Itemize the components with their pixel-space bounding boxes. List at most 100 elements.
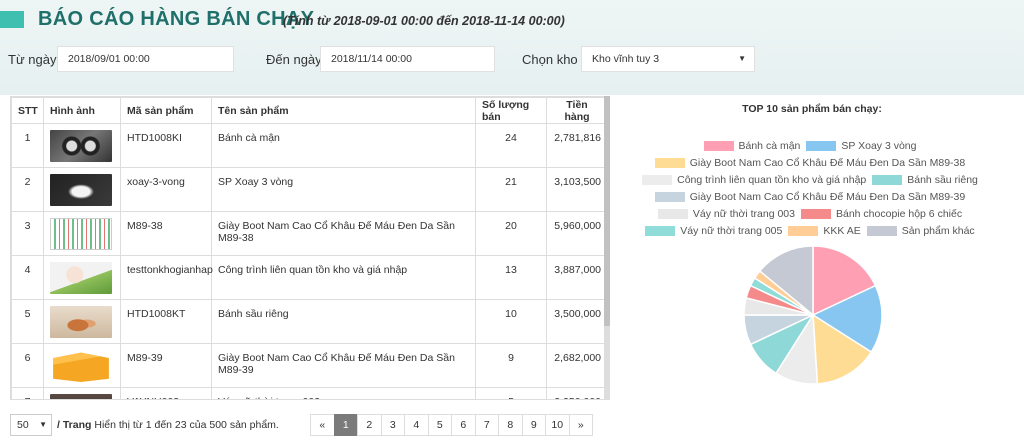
cell-image — [43, 167, 121, 212]
legend-item[interactable]: KKK AE — [788, 225, 861, 237]
legend-item[interactable]: Giày Boot Nam Cao Cổ Khâu Đế Máu Đen Da … — [654, 191, 965, 203]
page-button-3[interactable]: 3 — [380, 414, 405, 436]
legend-item[interactable]: Váy nữ thời trang 005 — [645, 225, 782, 237]
table-row[interactable]: 1 HTD1008KI Bánh cà mận 24 2,781,816 — [11, 123, 608, 168]
table-row[interactable]: 5 HTD1008KT Bánh sầu riêng 10 3,500,000 — [11, 299, 608, 344]
page-size-value: 50 — [17, 419, 29, 431]
cell-name: Bánh sầu riêng — [211, 299, 476, 344]
cell-image — [43, 299, 121, 344]
cell-code: xoay-3-vong — [120, 167, 212, 212]
warehouse-select-value: Kho vĩnh tuy 3 — [592, 53, 660, 65]
report-header: BÁO CÁO HÀNG BÁN CHẠY (Tính từ 2018-09-0… — [0, 0, 1024, 95]
cell-stt: 2 — [11, 167, 44, 212]
product-thumbnail[interactable] — [50, 262, 112, 294]
page-button-1[interactable]: 1 — [333, 414, 358, 436]
cell-name: Giày Boot Nam Cao Cổ Khâu Đế Máu Đen Da … — [211, 211, 476, 256]
cell-qty: 24 — [475, 123, 547, 168]
cell-name: Váy nữ thời trang 003 — [211, 387, 476, 399]
legend-item[interactable]: Giày Boot Nam Cao Cổ Khâu Đế Máu Đen Da … — [654, 157, 965, 169]
legend-row: Váy nữ thời trang 003 Bánh chocopie hộp 6… — [630, 205, 990, 222]
cell-code: HTD1008KT — [120, 299, 212, 344]
bestseller-table-container[interactable]: STT Hình ảnh Mã sản phẩm Tên sản phẩm Số… — [10, 96, 610, 400]
legend-item[interactable]: SP Xoay 3 vòng — [806, 139, 917, 152]
cell-amount: 2,682,000 — [546, 343, 608, 388]
column-header-amount: Tiền hàng — [546, 97, 608, 124]
legend-swatch — [788, 225, 819, 236]
table-scrollbar[interactable] — [604, 96, 610, 400]
legend-swatch — [872, 174, 903, 185]
next-page-button[interactable]: » — [568, 414, 593, 436]
column-header-name: Tên sản phẩm — [211, 97, 476, 124]
cell-stt: 5 — [11, 299, 44, 344]
cell-amount: 3,500,000 — [546, 299, 608, 344]
warehouse-select[interactable]: Kho vĩnh tuy 3 ▼ — [581, 46, 755, 72]
cell-image — [43, 123, 121, 168]
legend-swatch — [645, 225, 676, 236]
cell-name: SP Xoay 3 vòng — [211, 167, 476, 212]
table-row[interactable]: 4 testtonkhogianhap Công trình liên quan… — [11, 255, 608, 300]
cell-amount: 3,103,500 — [546, 167, 608, 212]
cell-amount: 2,781,816 — [546, 123, 608, 168]
cell-amount: 5,960,000 — [546, 211, 608, 256]
to-date-input[interactable]: 2018/11/14 00:00 — [320, 46, 495, 72]
page-button-7[interactable]: 7 — [474, 414, 499, 436]
cell-qty: 21 — [475, 167, 547, 212]
page-button-8[interactable]: 8 — [498, 414, 523, 436]
product-thumbnail[interactable] — [50, 130, 112, 162]
page-button-4[interactable]: 4 — [404, 414, 429, 436]
legend-label: SP Xoay 3 vòng — [841, 139, 917, 152]
legend-item[interactable]: Bánh sầu riêng — [872, 174, 978, 186]
chart-title: TOP 10 sản phẩm bán chạy: — [742, 103, 882, 115]
legend-swatch — [703, 140, 734, 151]
legend-swatch — [657, 208, 688, 219]
legend-item[interactable]: Công trình liên quan tồn kho và giá nhập — [642, 174, 866, 186]
cell-stt: 1 — [11, 123, 44, 168]
table-row[interactable]: 3 M89-38 Giày Boot Nam Cao Cổ Khâu Đế Má… — [11, 211, 608, 256]
from-date-label: Từ ngày : — [8, 52, 64, 67]
per-page-label: / Trang — [57, 419, 92, 431]
table-scroll-thumb[interactable] — [604, 96, 610, 326]
legend-item[interactable]: Váy nữ thời trang 003 — [657, 208, 795, 220]
page-button-9[interactable]: 9 — [521, 414, 546, 436]
table-row[interactable]: 2 xoay-3-vong SP Xoay 3 vòng 21 3,103,50… — [11, 167, 608, 212]
page-button-6[interactable]: 6 — [451, 414, 476, 436]
legend-swatch — [654, 191, 685, 202]
cell-amount: 3,250,000 — [546, 387, 608, 399]
product-thumbnail[interactable] — [50, 218, 112, 250]
page-button-10[interactable]: 10 — [545, 414, 570, 436]
product-thumbnail[interactable] — [50, 394, 112, 399]
legend-label: Váy nữ thời trang 005 — [680, 224, 783, 237]
chevron-down-icon: ▼ — [738, 54, 746, 63]
from-date-input[interactable]: 2018/09/01 00:00 — [57, 46, 234, 72]
cell-image — [43, 343, 121, 388]
legend-row: Giày Boot Nam Cao Cổ Khâu Đế Máu Đen Da … — [630, 154, 990, 171]
prev-page-button[interactable]: « — [310, 414, 335, 436]
pagination: « 1 2 3 4 5 6 7 8 9 10 » — [310, 414, 593, 436]
chevron-down-icon: ▼ — [39, 420, 47, 429]
cell-image — [43, 387, 121, 399]
warehouse-label: Chọn kho : — [522, 52, 585, 67]
table-row[interactable]: 7 VAYNU003 Váy nữ thời trang 003 5 3,250… — [11, 387, 608, 399]
cell-qty: 9 — [475, 343, 547, 388]
table-row[interactable]: 6 M89-39 Giày Boot Nam Cao Cổ Khâu Đế Má… — [11, 343, 608, 388]
product-thumbnail[interactable] — [50, 306, 112, 338]
legend-row: Bánh cà mận SP Xoay 3 vòng — [630, 137, 990, 154]
page-button-5[interactable]: 5 — [427, 414, 452, 436]
legend-row: Giày Boot Nam Cao Cổ Khâu Đế Máu Đen Da … — [630, 188, 990, 205]
pie-chart — [743, 245, 883, 385]
legend-item[interactable]: Bánh cà mận — [703, 139, 801, 152]
legend-item[interactable]: Bánh chocopie hộp 6 chiếc — [800, 208, 962, 220]
page-button-2[interactable]: 2 — [357, 414, 382, 436]
cell-code: HTD1008KI — [120, 123, 212, 168]
cell-code: VAYNU003 — [120, 387, 212, 399]
cell-amount: 3,887,000 — [546, 255, 608, 300]
pagination-info: / Trang Hiển thị từ 1 đến 23 của 500 sản… — [57, 419, 279, 431]
cell-code: M89-38 — [120, 211, 212, 256]
product-thumbnail[interactable] — [50, 174, 112, 206]
legend-item[interactable]: Sản phẩm khác — [866, 225, 975, 237]
pagination-summary: Hiển thị từ 1 đến 23 của 500 sản phẩm. — [94, 419, 279, 431]
page-size-select[interactable]: 50 ▼ — [10, 414, 52, 436]
legend-label: Bánh cà mận — [738, 139, 801, 152]
column-header-image: Hình ảnh — [43, 97, 121, 124]
product-thumbnail[interactable] — [53, 352, 109, 382]
